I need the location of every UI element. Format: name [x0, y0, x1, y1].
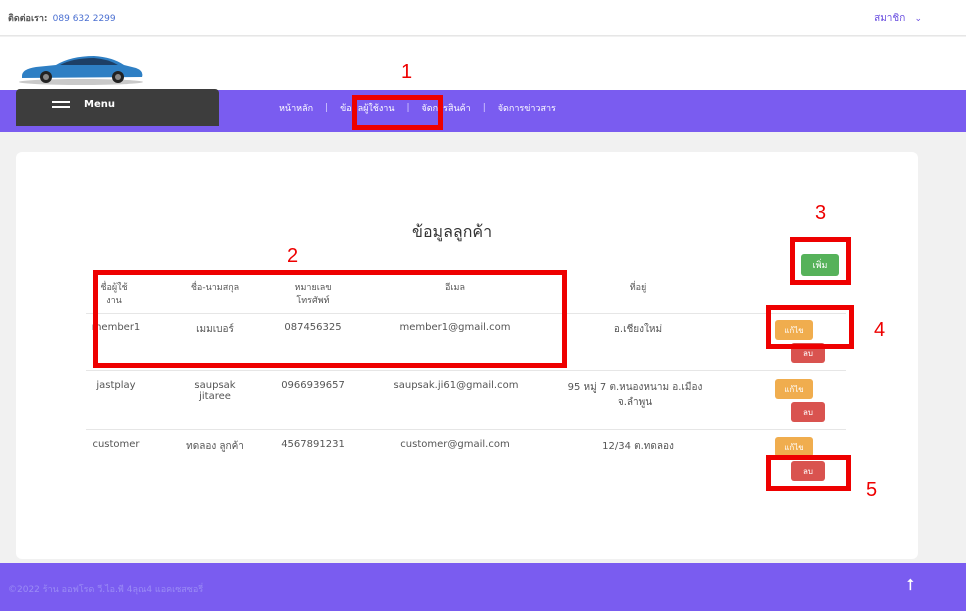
- cell-phone: 0966939657: [281, 380, 345, 391]
- cell-fullname-line: saupsak: [194, 380, 236, 391]
- annotation-box-5: [766, 455, 851, 491]
- cell-address-line: จ.ลำพูน: [617, 397, 653, 408]
- edit-button[interactable]: แก้ไข: [775, 437, 813, 457]
- cell-address: 12/34 ต.ทดลอง: [602, 441, 674, 452]
- cell-address: 95 หมู่ 7 ต.หนองหนาม อ.เมือง จ.ลำพูน: [540, 380, 730, 410]
- cell-address-line: 95 หมู่ 7 ต.หนองหนาม อ.เมือง: [567, 382, 703, 393]
- column-header-address: ที่อยู่: [548, 282, 728, 295]
- annotation-number-2: 2: [287, 245, 299, 267]
- footer-copyright: ©2022 ร้าน ออฟโรด วี.ไอ.พี 4ลุณ4 แอคเซสซ…: [8, 585, 204, 595]
- cell-fullname-line: jitaree: [199, 391, 231, 402]
- footer: ©2022 ร้าน ออฟโรด วี.ไอ.พี 4ลุณ4 แอคเซสซ…: [0, 563, 966, 611]
- row-divider: [86, 429, 846, 430]
- annotation-number-4: 4: [874, 319, 886, 341]
- annotation-box-3: [790, 237, 851, 285]
- top-bar: ติดต่อเรา: 089 632 2299 สมาชิก ⌄: [0, 0, 966, 36]
- page-title: ข้อมูลลูกค้า: [412, 222, 493, 241]
- car-logo[interactable]: [16, 52, 146, 86]
- header-line: ที่อยู่: [629, 283, 647, 293]
- annotation-number-3: 3: [815, 202, 827, 224]
- nav-separator: |: [325, 103, 329, 113]
- contact-label: ติดต่อเรา:: [8, 14, 48, 24]
- delete-button[interactable]: ลบ: [791, 402, 825, 422]
- cell-phone: 4567891231: [281, 439, 345, 450]
- nav-separator: |: [482, 103, 486, 113]
- row-divider: [86, 370, 846, 371]
- annotation-box-4: [766, 305, 854, 349]
- annotation-box-1: [352, 95, 443, 130]
- annotation-box-2: [93, 270, 567, 368]
- annotation-number-1: 1: [401, 61, 413, 83]
- cell-fullname: saupsak jitaree: [170, 380, 260, 402]
- cell-username: customer: [92, 439, 140, 450]
- cell-username: jastplay: [96, 380, 136, 391]
- menu-label: Menu: [84, 99, 115, 110]
- chevron-down-icon: ⌄: [914, 14, 922, 24]
- hamburger-icon: [52, 101, 70, 113]
- edit-button[interactable]: แก้ไข: [775, 379, 813, 399]
- cell-email: saupsak.ji61@gmail.com: [393, 380, 519, 391]
- logo-band: [0, 37, 966, 90]
- cell-email: customer@gmail.com: [400, 439, 510, 450]
- menu-toggle[interactable]: Menu: [16, 89, 219, 126]
- cell-fullname: ทดลอง ลูกค้า: [186, 441, 244, 452]
- nav-link-home[interactable]: หน้าหลัก: [273, 101, 319, 115]
- member-dropdown[interactable]: สมาชิก ⌄: [874, 11, 922, 26]
- contact-phone[interactable]: 089 632 2299: [53, 14, 116, 24]
- cell-address: อ.เชียงใหม่: [613, 324, 663, 335]
- nav-link-manage-news[interactable]: จัดการข่าวสาร: [492, 101, 562, 115]
- member-dropdown-label: สมาชิก: [874, 13, 906, 24]
- scroll-top-icon[interactable]: ⭡: [906, 575, 914, 595]
- annotation-number-5: 5: [866, 479, 878, 501]
- contact-info: ติดต่อเรา: 089 632 2299: [8, 11, 116, 25]
